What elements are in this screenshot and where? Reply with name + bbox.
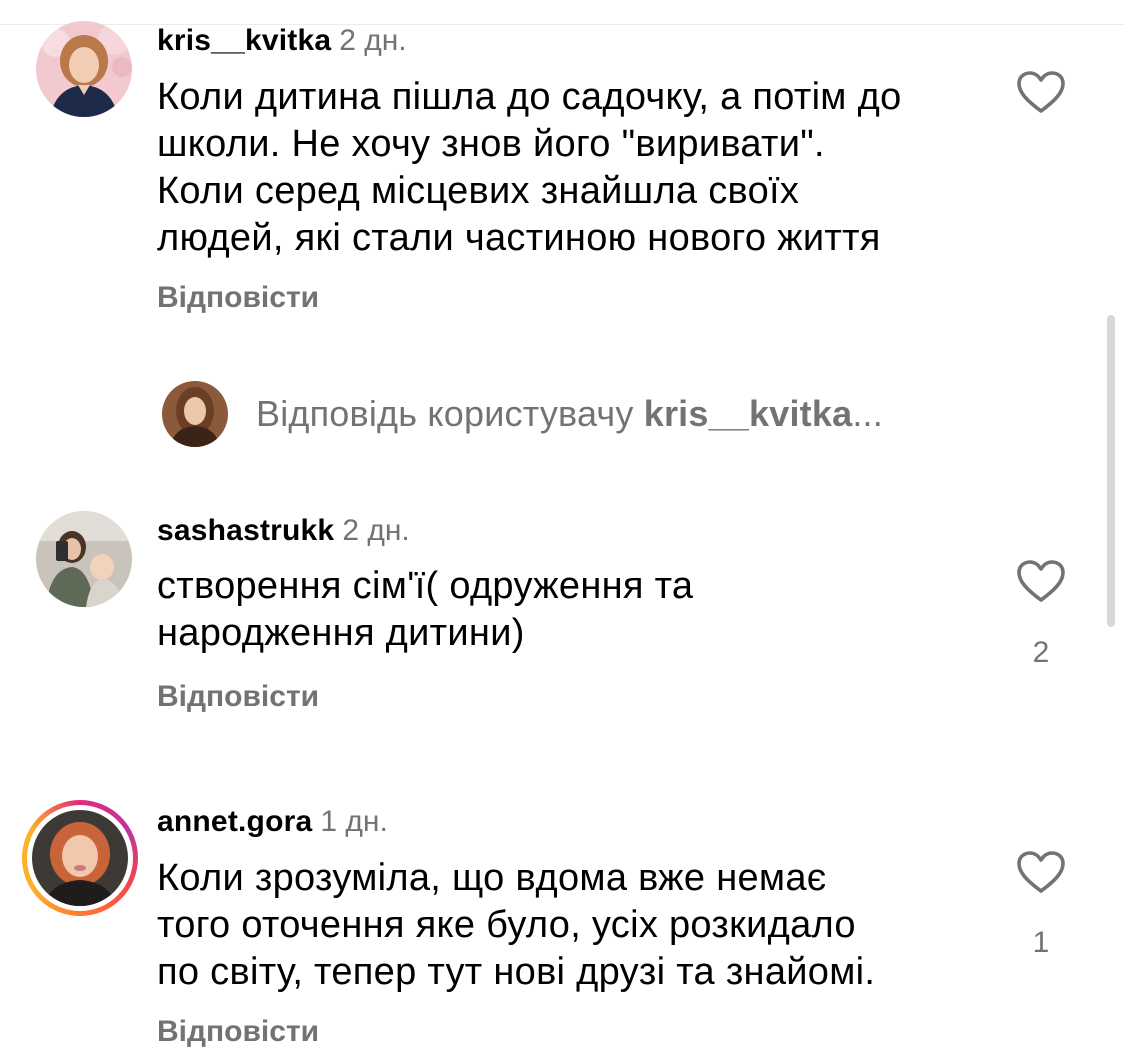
comment-line: народження дитини) bbox=[157, 612, 525, 654]
like-count: 2 bbox=[1032, 636, 1050, 669]
comment-text: Коли дитина пішла до садочку, а потім до… bbox=[157, 74, 977, 262]
comment-header: annet.gora 1 дн. bbox=[157, 805, 388, 839]
comment-timestamp: 2 дн. bbox=[339, 24, 407, 57]
composer-target-username: kris__kvitka bbox=[643, 393, 853, 434]
current-user-avatar bbox=[162, 381, 228, 447]
like-heart-icon[interactable] bbox=[1016, 850, 1066, 894]
scrollbar[interactable] bbox=[1107, 315, 1115, 627]
comment-line: створення сім'ї( одруження та bbox=[157, 565, 694, 607]
comment-line: школи. Не хочу знов його "виривати". bbox=[157, 123, 825, 165]
comment-line: Коли дитина пішла до садочку, а потім до bbox=[157, 76, 902, 118]
composer-prefix: Відповідь користувачу bbox=[256, 393, 644, 434]
comment-text: Коли зрозуміла, що вдома вже немає того … bbox=[157, 855, 977, 996]
comment-line: Коли серед місцевих знайшла своїх bbox=[157, 170, 800, 212]
comment-header: sashastrukk 2 дн. bbox=[157, 514, 410, 548]
comment-line: людей, які стали частиною нового життя bbox=[157, 217, 881, 259]
reply-button[interactable]: Відповісти bbox=[157, 1015, 319, 1049]
comment-username[interactable]: annet.gora bbox=[157, 805, 312, 838]
like-heart-icon[interactable] bbox=[1016, 559, 1066, 603]
avatar-kris-kvitka[interactable] bbox=[36, 21, 132, 117]
comment-timestamp: 2 дн. bbox=[342, 514, 410, 547]
reply-button[interactable]: Відповісти bbox=[157, 281, 319, 315]
reply-button[interactable]: Відповісти bbox=[157, 680, 319, 714]
reply-composer-placeholder[interactable]: Відповідь користувачу kris__kvitka... bbox=[256, 393, 883, 435]
avatar-annet-gora[interactable] bbox=[32, 810, 128, 906]
comment-line: Коли зрозуміла, що вдома вже немає bbox=[157, 857, 827, 899]
comment-line: того оточення яке було, усіх розкидало bbox=[157, 904, 856, 946]
avatar-sashastrukk[interactable] bbox=[36, 511, 132, 607]
composer-ellipsis: ... bbox=[852, 393, 883, 434]
like-heart-icon[interactable] bbox=[1016, 70, 1066, 114]
comment-username[interactable]: sashastrukk bbox=[157, 514, 334, 547]
comment-username[interactable]: kris__kvitka bbox=[157, 24, 331, 57]
like-count: 1 bbox=[1032, 926, 1050, 959]
comment-header: kris__kvitka 2 дн. bbox=[157, 24, 407, 58]
comment-line: по світу, тепер тут нові друзі та знайом… bbox=[157, 951, 876, 993]
comment-text: створення сім'ї( одруження та народження… bbox=[157, 563, 977, 657]
comment-timestamp: 1 дн. bbox=[320, 805, 388, 838]
story-ring[interactable] bbox=[22, 800, 138, 916]
